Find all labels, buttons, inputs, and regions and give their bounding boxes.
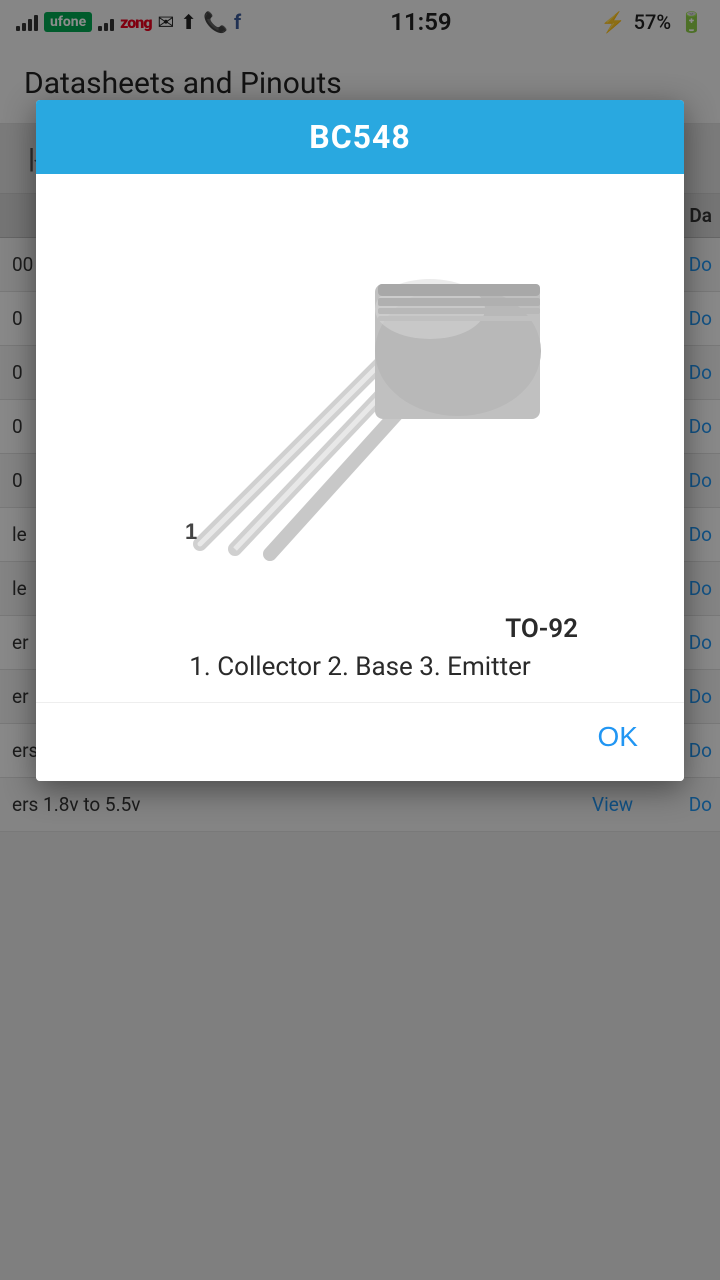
ok-button[interactable]: OK (582, 713, 654, 761)
transistor-svg: 1 (120, 194, 600, 594)
transistor-image: 1 (52, 184, 668, 604)
svg-text:1: 1 (185, 519, 197, 544)
pinout-info: TO-92 1. Collector 2. Base 3. Emitter (52, 604, 668, 702)
modal-header: BC548 (36, 100, 684, 174)
modal-title: BC548 (309, 118, 410, 156)
modal-overlay: BC548 (0, 0, 720, 1280)
modal-dialog: BC548 (36, 100, 684, 781)
pin-labels: 1. Collector 2. Base 3. Emitter (82, 652, 638, 682)
package-label: TO-92 (82, 614, 578, 644)
modal-footer: OK (36, 702, 684, 781)
modal-body: 1 TO-92 1. Collector 2. Base 3. Emitter (36, 174, 684, 702)
